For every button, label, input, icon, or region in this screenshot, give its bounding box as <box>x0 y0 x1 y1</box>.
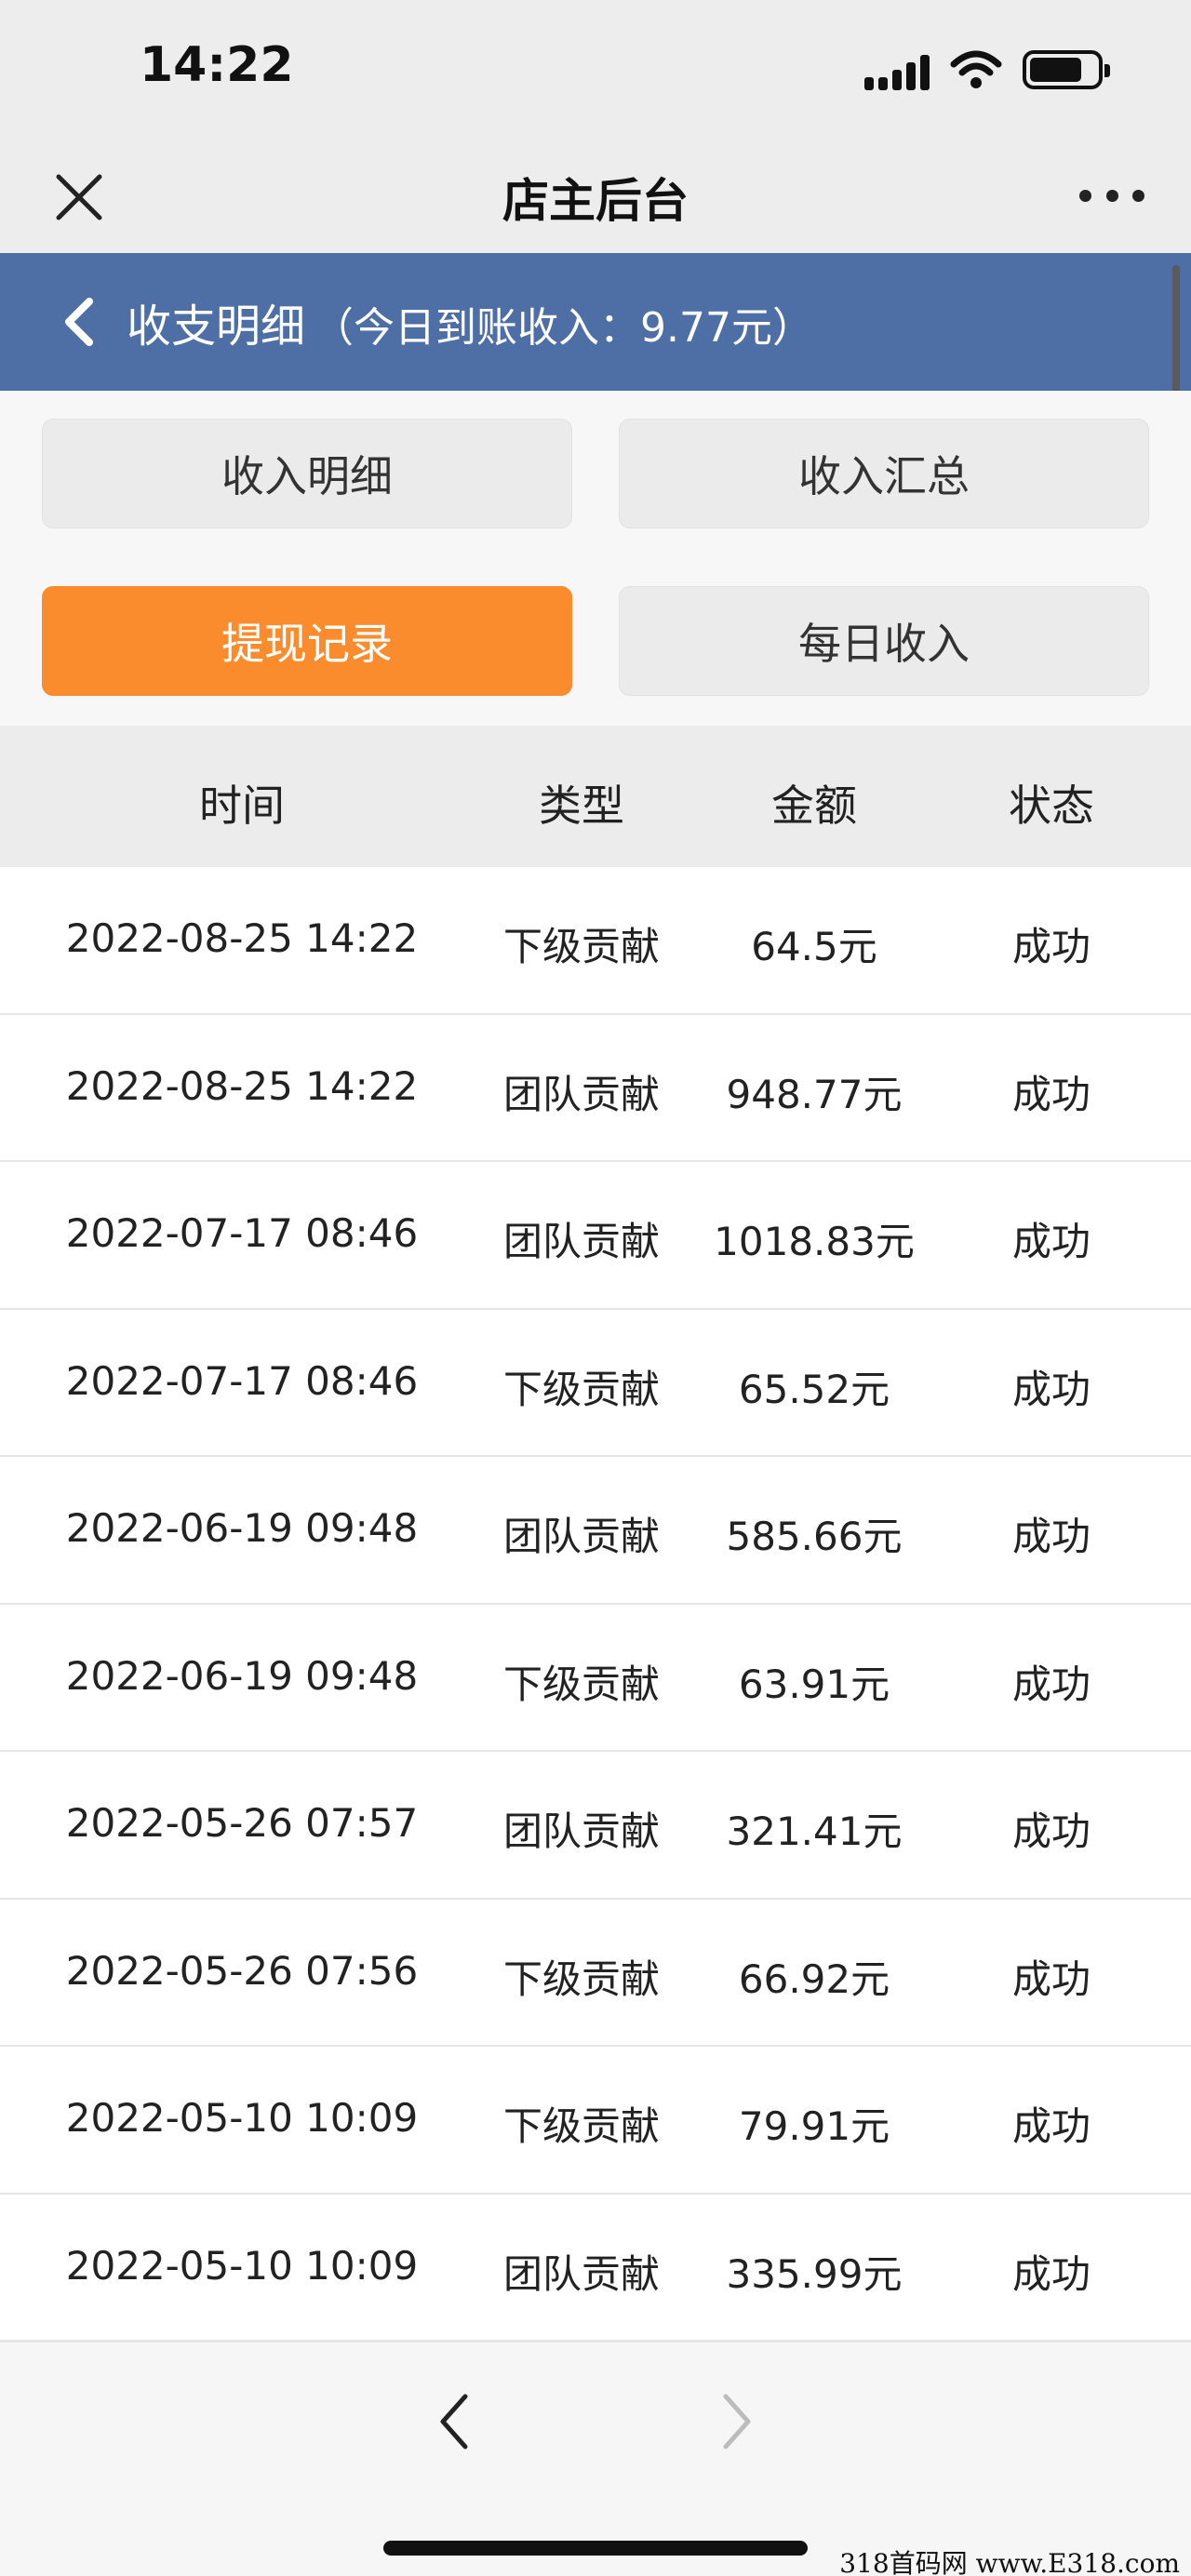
signal-icon <box>864 49 930 90</box>
cell-time: 2022-05-10 10:09 <box>65 2095 419 2141</box>
cell-status: 成功 <box>1011 1219 1091 1264</box>
cell-type: 下级贡献 <box>502 924 660 969</box>
status-bar: 14:22 <box>0 0 1191 140</box>
table-row: 2022-06-19 09:48 团队贡献 585.66元 成功 <box>0 1457 1191 1605</box>
home-indicator[interactable] <box>383 2541 808 2556</box>
cell-status: 成功 <box>1011 1071 1091 1117</box>
table-row: 2022-05-26 07:56 下级贡献 66.92元 成功 <box>0 1899 1191 2047</box>
cell-type: 下级贡献 <box>502 1366 660 1412</box>
cell-time: 2022-06-19 09:48 <box>65 1505 419 1551</box>
cell-amount: 321.41元 <box>726 1809 903 1854</box>
status-time: 14:22 <box>140 37 294 93</box>
cell-time: 2022-08-25 14:22 <box>65 1062 419 1109</box>
nav-forward-icon[interactable] <box>718 2391 756 2452</box>
nav-bar: 店主后台 <box>0 140 1191 253</box>
cell-amount: 948.77元 <box>726 1071 903 1117</box>
cell-status: 成功 <box>1011 1661 1091 1707</box>
table-row: 2022-08-25 14:22 团队贡献 948.77元 成功 <box>0 1014 1191 1162</box>
column-header-status: 状态 <box>1009 781 1094 831</box>
cell-type: 团队贡献 <box>502 1514 660 1559</box>
column-header-type: 类型 <box>539 781 624 831</box>
cell-amount: 335.99元 <box>726 2250 903 2297</box>
watermark: 318首码网 www.E318.com <box>839 2548 1180 2576</box>
column-header-amount: 金额 <box>771 781 857 831</box>
cell-amount: 585.66元 <box>726 1514 903 1559</box>
table-body: 2022-08-25 14:22 下级贡献 64.5元 成功 2022-08-2… <box>0 867 1191 2342</box>
cell-time: 2022-07-17 08:46 <box>65 1210 419 1256</box>
header-subtitle: （今日到账收入：9.77元） <box>313 304 813 352</box>
tab-income-detail[interactable]: 收入明细 <box>42 419 572 528</box>
cell-amount: 65.52元 <box>738 1366 890 1412</box>
cell-status: 成功 <box>1011 1366 1091 1412</box>
cell-status: 成功 <box>1011 1955 1091 2002</box>
table-row: 2022-07-17 08:46 团队贡献 1018.83元 成功 <box>0 1162 1191 1310</box>
cell-type: 下级贡献 <box>502 1955 660 2002</box>
cell-type: 团队贡献 <box>502 2250 660 2297</box>
cell-amount: 64.5元 <box>751 924 877 969</box>
tab-button-area: 收入明细 收入汇总 提现记录 每日收入 <box>0 391 1191 726</box>
cell-type: 下级贡献 <box>502 1661 660 1707</box>
page-header: 收支明细 （今日到账收入：9.77元） <box>0 253 1191 391</box>
cell-time: 2022-06-19 09:48 <box>65 1652 419 1699</box>
cell-type: 团队贡献 <box>502 1809 660 1854</box>
cell-type: 下级贡献 <box>502 2103 660 2149</box>
nav-title: 店主后台 <box>502 174 689 228</box>
cell-time: 2022-08-25 14:22 <box>65 915 419 961</box>
table-header: 时间 类型 金额 状态 <box>0 726 1191 867</box>
cell-amount: 1018.83元 <box>714 1219 915 1264</box>
cell-status: 成功 <box>1011 924 1091 969</box>
header-title: 收支明细 <box>127 300 306 353</box>
tab-income-summary[interactable]: 收入汇总 <box>619 419 1149 528</box>
status-icons <box>864 47 1110 93</box>
cell-type: 团队贡献 <box>502 1219 660 1264</box>
cell-amount: 63.91元 <box>738 1661 890 1707</box>
cell-type: 团队贡献 <box>502 1071 660 1117</box>
cell-status: 成功 <box>1011 1514 1091 1559</box>
cell-status: 成功 <box>1011 2250 1091 2297</box>
table-row: 2022-06-19 09:48 下级贡献 63.91元 成功 <box>0 1604 1191 1752</box>
cell-status: 成功 <box>1011 2103 1091 2149</box>
tab-daily-income[interactable]: 每日收入 <box>619 586 1149 696</box>
cell-time: 2022-05-10 10:09 <box>65 2242 419 2289</box>
table-row: 2022-05-10 10:09 团队贡献 335.99元 成功 <box>0 2194 1191 2342</box>
nav-back-icon[interactable] <box>435 2391 473 2452</box>
cell-time: 2022-07-17 08:46 <box>65 1357 419 1404</box>
wifi-icon <box>950 50 1002 88</box>
page-header-title: 收支明细 （今日到账收入：9.77元） <box>127 289 813 354</box>
cell-amount: 66.92元 <box>738 1955 890 2002</box>
column-header-time: 时间 <box>199 781 285 831</box>
cell-time: 2022-05-26 07:56 <box>65 1947 419 1994</box>
table-row: 2022-07-17 08:46 下级贡献 65.52元 成功 <box>0 1309 1191 1457</box>
table-row: 2022-05-10 10:09 下级贡献 79.91元 成功 <box>0 2047 1191 2195</box>
more-icon[interactable] <box>1079 177 1144 214</box>
table-row: 2022-05-26 07:57 团队贡献 321.41元 成功 <box>0 1752 1191 1900</box>
bottom-toolbar <box>0 2341 1191 2576</box>
cell-time: 2022-05-26 07:57 <box>65 1800 419 1846</box>
back-chevron-icon[interactable] <box>56 294 102 350</box>
table-row: 2022-08-25 14:22 下级贡献 64.5元 成功 <box>0 867 1191 1015</box>
cell-amount: 79.91元 <box>738 2103 890 2149</box>
tab-withdraw-records[interactable]: 提现记录 <box>42 586 572 696</box>
battery-icon <box>1023 50 1110 89</box>
cell-status: 成功 <box>1011 1809 1091 1854</box>
